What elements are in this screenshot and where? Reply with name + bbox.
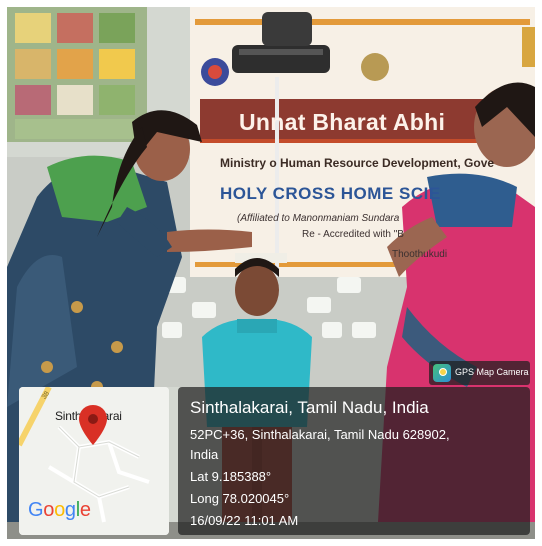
gps-longitude: Long 78.020045° xyxy=(190,491,290,506)
gps-timestamp: 16/09/22 11:01 AM xyxy=(190,513,299,528)
gps-address-line-2: India xyxy=(190,447,219,462)
gps-camera-app-icon xyxy=(433,364,451,382)
gps-address-line-1: 52PC+36, Sinthalakarai, Tamil Nadu 62890… xyxy=(190,427,450,442)
flower-posters xyxy=(7,7,147,142)
gps-map-camera-badge: GPS Map Camera xyxy=(429,361,530,385)
google-logo-letter: G xyxy=(28,499,44,521)
google-logo-letter: g xyxy=(64,499,76,521)
map-pin-icon xyxy=(79,405,107,445)
gps-latitude: Lat 9.185388° xyxy=(190,469,272,484)
banner-city-text: Thoothukudi xyxy=(392,249,448,260)
google-logo-letter: o xyxy=(43,499,55,521)
banner-title: Unnat Bharat Abhi xyxy=(239,109,446,135)
gps-place-title: Sinthalakarai, Tamil Nadu, India xyxy=(190,398,429,417)
map-thumbnail: 38 Sinthalakarai Google xyxy=(19,387,169,535)
google-logo-letter: o xyxy=(54,499,65,521)
google-logo: Google xyxy=(28,499,91,522)
gps-info-card: Sinthalakarai, Tamil Nadu, India 52PC+36… xyxy=(178,387,530,535)
banner-college-name: HOLY CROSS HOME SCIE xyxy=(220,184,441,203)
banner-accreditation-text: Re - Accredited with "B xyxy=(302,229,404,240)
google-logo-letter: e xyxy=(79,499,91,521)
banner-affiliation-text: (Affiliated to Manonmaniam Sundara xyxy=(237,213,400,224)
gps-badge-label: GPS Map Camera xyxy=(455,367,529,377)
banner-ministry-text: Ministry o Human Resource Development, G… xyxy=(220,156,495,170)
photo-frame: Unnat Bharat Abhi Ministry o Human Resou… xyxy=(0,0,542,546)
